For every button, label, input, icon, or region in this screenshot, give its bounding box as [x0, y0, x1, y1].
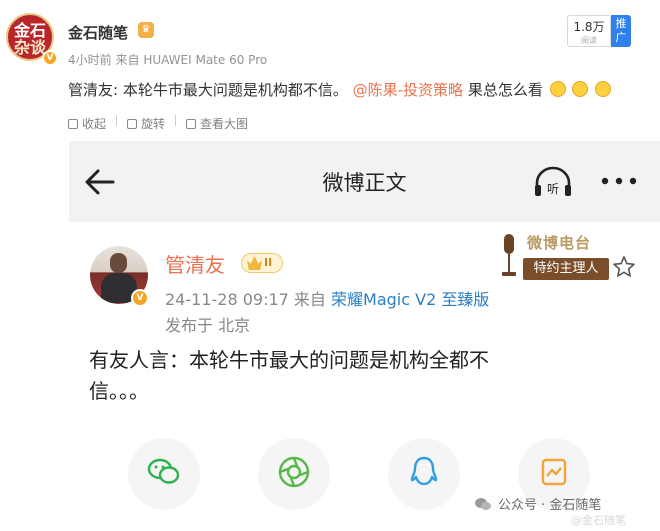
avatar-figure-head [110, 253, 127, 273]
post-text-tail: 果总怎么看 [467, 81, 543, 99]
divider [116, 115, 118, 126]
collapse-label: 收起 [82, 117, 107, 131]
rotate-label: 旋转 [141, 117, 166, 131]
inner-post-meta: 24-11-28 09:17 来自 荣耀Magic V2 至臻版 [165, 286, 489, 310]
radio-ribbon: 特约主理人 [523, 258, 609, 280]
image-share-icon [541, 458, 567, 486]
mention-link[interactable]: @陈果-投资策略 [353, 81, 463, 99]
emoji-icon [595, 81, 612, 97]
collapse-icon [68, 118, 78, 129]
view-large-button[interactable]: 查看大图 [186, 115, 248, 132]
emoji-icon [572, 81, 589, 97]
share-wechat-button [128, 438, 200, 510]
svg-text:听: 听 [547, 182, 559, 196]
views-count: 1.8万 [573, 20, 605, 34]
inner-verified-badge-icon: V [131, 289, 149, 307]
inner-timestamp: 24-11-28 09:17 [165, 290, 289, 309]
star-icon [613, 256, 635, 277]
microphone-icon [502, 234, 516, 276]
share-moments-button [258, 438, 330, 510]
emoji-icon [549, 81, 566, 97]
weibo-watermark: @金石随笔 [571, 514, 626, 527]
weibo-post-view: 金石 杂谈 V 金石随笔 ♛ 4小时前 来自 HUAWEI Mate 60 Pr… [0, 0, 660, 531]
vip-badge: II [241, 253, 283, 273]
inner-post-body: 有友人言：本轮牛市最大的问题是机构全都不 信。。。 [89, 345, 559, 407]
views-counter: 1.8万 阅读 [567, 15, 611, 47]
image-actions: 收起 旋转 查看大图 [68, 115, 248, 132]
promote-button[interactable]: 推广 [611, 15, 631, 47]
inner-source-prefix: 来自 [293, 290, 326, 309]
avatar-text-top: 金石 [13, 21, 46, 40]
wechat-watermark: 公众号 · 金石随笔 [474, 494, 601, 513]
source-prefix: 来自 [115, 53, 140, 67]
embedded-screenshot[interactable]: 微博正文 听 V 管清友 II 24-11-28 09:17 来自 荣耀Magi… [69, 141, 660, 531]
author-name[interactable]: 金石随笔 [68, 22, 128, 43]
view-large-label: 查看大图 [200, 117, 249, 131]
inner-body-line: 信。。。 [89, 379, 149, 403]
watermark-label: 公众号 · 金石随笔 [498, 498, 602, 513]
moments-icon [278, 456, 310, 488]
radio-host-badge: 微博电台 特约主理人 [499, 230, 611, 286]
rotate-icon [127, 118, 138, 129]
post-text-main: 管清友: 本轮牛市最大问题是机构都不信。 [68, 81, 348, 99]
crown-icon [247, 256, 262, 270]
inner-location: 发布于 北京 [165, 316, 251, 335]
rotate-button[interactable]: 旋转 [127, 115, 165, 132]
wechat-watermark-icon [475, 497, 491, 510]
radio-title: 微博电台 [527, 234, 592, 252]
post-text: 管清友: 本轮牛市最大问题是机构都不信。 @陈果-投资策略 果总怎么看 [68, 79, 612, 100]
inner-body-line: 有友人言：本轮牛市最大的问题是机构全都不 [89, 348, 489, 372]
post-time[interactable]: 4小时前 [68, 53, 112, 67]
more-icon [601, 177, 637, 185]
vip-level: II [264, 256, 273, 269]
post-meta: 4小时前 来自 HUAWEI Mate 60 Pro [68, 51, 267, 68]
collapse-button[interactable]: 收起 [68, 115, 106, 132]
inner-author-name: 管清友 [165, 253, 225, 277]
verified-badge-icon: V [42, 50, 58, 66]
share-qq-button [388, 438, 460, 510]
wechat-icon [147, 458, 180, 484]
member-crown-icon: ♛ [138, 22, 154, 38]
views-label: 阅读 [581, 36, 597, 45]
listen-icon: 听 [535, 166, 571, 196]
divider [175, 115, 177, 126]
screenshot-topbar: 微博正文 听 [69, 141, 660, 221]
source-device: HUAWEI Mate 60 Pro [143, 53, 268, 67]
inner-device: 荣耀Magic V2 至臻版 [331, 290, 490, 309]
view-large-icon [186, 118, 197, 129]
qq-icon [410, 456, 438, 486]
